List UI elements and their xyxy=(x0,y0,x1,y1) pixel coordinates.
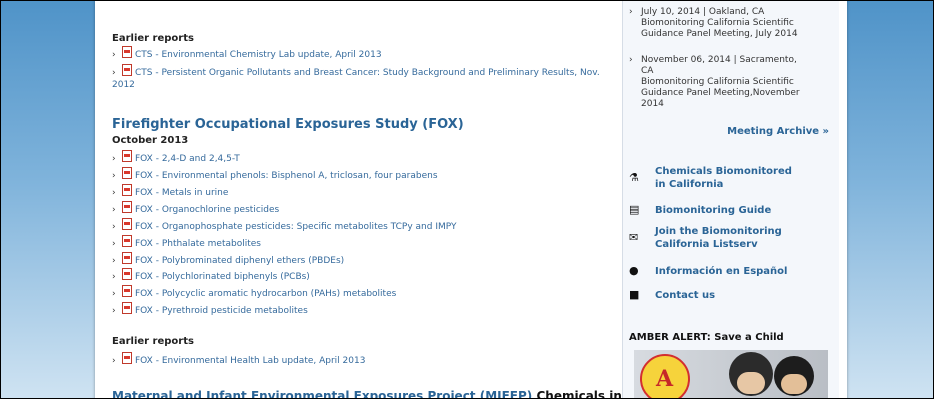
chevron-right-icon: › xyxy=(112,289,116,299)
report-link[interactable]: › FOX - Environmental Health Lab update, … xyxy=(112,352,365,367)
fox-link[interactable]: › FOX - Polybrominated diphenyl ethers (P… xyxy=(112,252,344,267)
book-icon: ▤ xyxy=(629,203,640,216)
pdf-icon xyxy=(122,285,132,297)
chevron-right-icon: › xyxy=(112,356,116,366)
pdf-icon xyxy=(122,268,132,280)
amber-alert-banner[interactable]: A xyxy=(634,350,828,398)
pdf-icon xyxy=(122,46,132,58)
fox-section-title[interactable]: Firefighter Occupational Exposures Study… xyxy=(112,117,464,132)
face-image xyxy=(737,372,765,394)
event-item[interactable]: › November 06, 2014 | Sacramento, CA Biom… xyxy=(629,55,800,110)
pdf-icon xyxy=(122,64,132,76)
amber-alert-logo: A xyxy=(640,354,690,398)
fox-link[interactable]: › FOX - Polychlorinated biphenyls (PCBs) xyxy=(112,268,310,283)
pdf-icon xyxy=(122,201,132,213)
info-icon: ● xyxy=(629,264,639,277)
fox-link[interactable]: › FOX - Environmental phenols: Bisphenol … xyxy=(112,167,438,182)
envelope-icon: ✉ xyxy=(629,231,639,244)
fox-link[interactable]: › FOX - Organophosphate pesticides: Speci… xyxy=(112,218,457,233)
earlier-reports-heading: Earlier reports xyxy=(112,33,194,44)
biomonitoring-guide-link[interactable]: Biomonitoring Guide xyxy=(655,204,771,217)
meeting-archive-link[interactable]: Meeting Archive » xyxy=(727,125,829,138)
sidebar: › July 10, 2014 | Oakland, CA Biomonitori… xyxy=(622,1,839,398)
event-item[interactable]: › July 10, 2014 | Oakland, CA Biomonitori… xyxy=(629,7,798,40)
chevron-right-icon: › xyxy=(629,55,633,65)
mieep-section-title[interactable]: Maternal and Infant Environmental Exposu… xyxy=(112,389,651,398)
chevron-right-icon: › xyxy=(112,68,116,78)
chevron-right-icon: › xyxy=(112,50,116,60)
chemicals-biomonitored-link[interactable]: Chemicals Biomonitored in California xyxy=(655,165,792,191)
browser-viewport: Earlier reports › CTS - Environmental Che… xyxy=(0,0,934,399)
chevron-right-icon: › xyxy=(112,188,116,198)
chevron-right-icon: › xyxy=(112,205,116,215)
amber-alert-heading: AMBER ALERT: Save a Child xyxy=(629,332,784,343)
chat-icon: ■ xyxy=(629,288,640,301)
earlier-reports-heading: Earlier reports xyxy=(112,336,194,347)
pdf-icon xyxy=(122,218,132,230)
pdf-icon xyxy=(122,235,132,247)
face-image xyxy=(781,374,807,394)
chevron-right-icon: › xyxy=(112,272,116,282)
pdf-icon xyxy=(122,352,132,364)
fox-link[interactable]: › FOX - Polycyclic aromatic hydrocarbon (… xyxy=(112,285,396,300)
chevron-right-icon: › xyxy=(112,239,116,249)
chevron-right-icon: › xyxy=(112,306,116,316)
listserv-link[interactable]: Join the Biomonitoring California Listse… xyxy=(655,225,782,251)
fox-link[interactable]: › FOX - Metals in urine xyxy=(112,184,228,199)
pdf-icon xyxy=(122,252,132,264)
pdf-icon xyxy=(122,184,132,196)
chevron-right-icon: › xyxy=(112,222,116,232)
chevron-right-icon: › xyxy=(112,154,116,164)
chevron-right-icon: › xyxy=(112,256,116,266)
chevron-right-icon: › xyxy=(629,7,633,17)
fox-link[interactable]: › FOX - 2,4-D and 2,4,5-T xyxy=(112,150,240,165)
flask-icon: ⚗ xyxy=(629,171,639,184)
fox-date: October 2013 xyxy=(112,135,189,146)
fox-link[interactable]: › FOX - Organochlorine pesticides xyxy=(112,201,279,216)
fox-link[interactable]: › FOX - Pyrethroid pesticide metabolites xyxy=(112,302,308,317)
contact-us-link[interactable]: Contact us xyxy=(655,289,715,302)
chevron-right-icon: › xyxy=(112,171,116,181)
report-link[interactable]: › CTS - Environmental Chemistry Lab updat… xyxy=(112,46,382,61)
pdf-icon xyxy=(122,150,132,162)
pdf-icon xyxy=(122,167,132,179)
pdf-icon xyxy=(122,302,132,314)
report-link[interactable]: › CTS - Persistent Organic Pollutants and… xyxy=(112,64,602,91)
espanol-link[interactable]: Información en Español xyxy=(655,265,787,278)
page-container: Earlier reports › CTS - Environmental Che… xyxy=(95,1,847,398)
fox-link[interactable]: › FOX - Phthalate metabolites xyxy=(112,235,261,250)
